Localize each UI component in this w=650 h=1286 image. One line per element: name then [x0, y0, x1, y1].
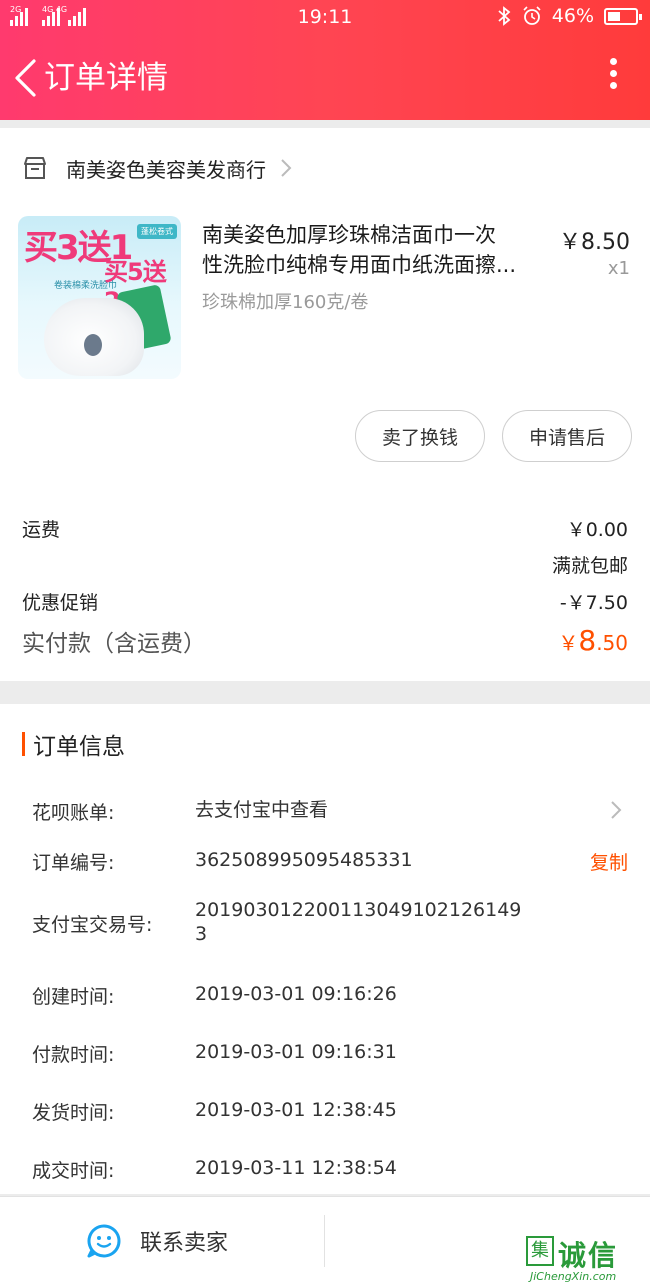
huabei-row[interactable]: 花呗账单: 去支付宝中查看 — [32, 798, 628, 826]
battery-percent: 46% — [551, 5, 594, 27]
product-image[interactable]: 买3送1 买5送2 蓬松卷式 卷装棉柔洗脸巾 — [18, 216, 181, 379]
order-number-value: 362508995095485331 — [195, 849, 413, 871]
discount-label: 优惠促销 — [22, 592, 99, 614]
chevron-left-icon[interactable] — [12, 58, 38, 98]
created-time-row: 创建时间: 2019-03-01 09:16:26 — [32, 982, 628, 1010]
more-vertical-icon[interactable] — [610, 58, 620, 94]
huabei-label: 花呗账单: — [32, 802, 115, 824]
chevron-right-icon — [281, 159, 292, 177]
contact-seller-label: 联系卖家 — [140, 1231, 229, 1256]
contact-seller-button[interactable]: 联系卖家 — [86, 1223, 228, 1259]
total-value: ￥8.50 — [558, 624, 628, 657]
product-price: ￥8.50 — [559, 230, 630, 255]
shipping-note: 满就包邮 — [551, 555, 628, 577]
alipay-row: 支付宝交易号: 201903012200113049102126149 3 — [32, 898, 628, 950]
shipped-time-label: 发货时间: — [32, 1102, 115, 1124]
done-time-row: 成交时间: 2019-03-11 12:38:54 — [32, 1156, 628, 1184]
section-title: 订单信息 — [22, 730, 125, 760]
product-quantity: x1 — [607, 258, 630, 279]
aftersale-button[interactable]: 申请售后 — [502, 410, 632, 462]
alarm-icon — [523, 6, 541, 25]
done-time-label: 成交时间: — [32, 1160, 115, 1182]
paid-time-label: 付款时间: — [32, 1044, 115, 1066]
created-time-label: 创建时间: — [32, 986, 115, 1008]
chevron-right-icon — [611, 801, 622, 819]
copy-button[interactable]: 复制 — [590, 848, 628, 875]
store-icon — [24, 157, 46, 179]
shop-name: 南美姿色美容美发商行 — [66, 157, 266, 182]
sell-button[interactable]: 卖了换钱 — [355, 410, 485, 462]
total-integer: 8 — [578, 624, 597, 657]
section-title-text: 订单信息 — [33, 734, 125, 760]
battery-icon — [604, 7, 642, 25]
divider — [324, 1215, 325, 1267]
nav-bar: 订单详情 — [0, 42, 650, 112]
tissue-roll-graphic — [44, 298, 144, 376]
shipping-label: 运费 — [22, 519, 61, 541]
paid-time-row: 付款时间: 2019-03-01 09:16:31 — [32, 1040, 628, 1068]
product-spec: 珍珠棉加厚160克/卷 — [202, 292, 369, 313]
shipping-row: 运费 ￥0.00 — [22, 515, 628, 543]
total-row: 实付款（含运费） ￥8.50 — [22, 624, 628, 658]
total-label: 实付款（含运费） — [22, 631, 206, 657]
app-header: 2G 4G 4G 19:11 46% 订单详情 — [0, 0, 650, 120]
huabei-value: 去支付宝中查看 — [195, 799, 329, 821]
product-image-subtitle: 卷装棉柔洗脸巾 — [54, 281, 118, 291]
done-time-value: 2019-03-11 12:38:54 — [195, 1157, 397, 1179]
shipping-note-row: 满就包邮 — [22, 551, 628, 579]
order-number-label: 订单编号: — [32, 852, 115, 874]
alipay-value: 201903012200113049102126149 3 — [195, 898, 545, 946]
watermark-box: 集 — [526, 1236, 554, 1266]
alipay-value-line: 3 — [195, 923, 208, 945]
paid-time-value: 2019-03-01 09:16:31 — [195, 1041, 397, 1063]
discount-row: 优惠促销 -￥7.50 — [22, 588, 628, 616]
section-accent-bar — [22, 732, 25, 756]
status-right: 46% — [496, 5, 642, 27]
order-item-card: 南美姿色美容美发商行 买3送1 买5送2 蓬松卷式 卷装棉柔洗脸巾 南美姿色加厚… — [0, 128, 650, 681]
status-bar: 2G 4G 4G 19:11 46% — [0, 0, 650, 34]
shipped-time-row: 发货时间: 2019-03-01 12:38:45 — [32, 1098, 628, 1126]
total-currency: ￥ — [558, 631, 579, 655]
alipay-label: 支付宝交易号: — [32, 914, 153, 936]
page-title: 订单详情 — [44, 60, 168, 96]
alipay-value-line: 201903012200113049102126149 — [195, 899, 522, 921]
created-time-value: 2019-03-01 09:16:26 — [195, 983, 397, 1005]
chat-bubble-icon — [87, 1224, 121, 1258]
shipped-time-value: 2019-03-01 12:38:45 — [195, 1099, 397, 1121]
watermark-url: JiChengXin.com — [530, 1270, 617, 1283]
bluetooth-icon — [498, 6, 511, 26]
product-title[interactable]: 南美姿色加厚珍珠棉洁面巾一次 性洗脸巾纯棉专用面巾纸洗面擦... — [202, 220, 547, 280]
watermark-text: 诚信 — [558, 1239, 619, 1272]
order-number-row: 订单编号: 362508995095485331 复制 — [32, 848, 628, 876]
product-title-line: 南美姿色加厚珍珠棉洁面巾一次 — [202, 223, 496, 247]
product-image-badge: 蓬松卷式 — [137, 224, 177, 239]
watermark-logo: 集 诚信 JiChengXin.com — [526, 1236, 644, 1284]
product-title-line: 性洗脸巾纯棉专用面巾纸洗面擦... — [202, 253, 517, 277]
discount-value: -￥7.50 — [559, 592, 628, 614]
total-decimal: .50 — [596, 631, 628, 655]
shop-row[interactable]: 南美姿色美容美发商行 — [22, 152, 292, 184]
shipping-value: ￥0.00 — [566, 519, 628, 541]
order-info-card: 订单信息 花呗账单: 去支付宝中查看 订单编号: 362508995095485… — [0, 704, 650, 1194]
